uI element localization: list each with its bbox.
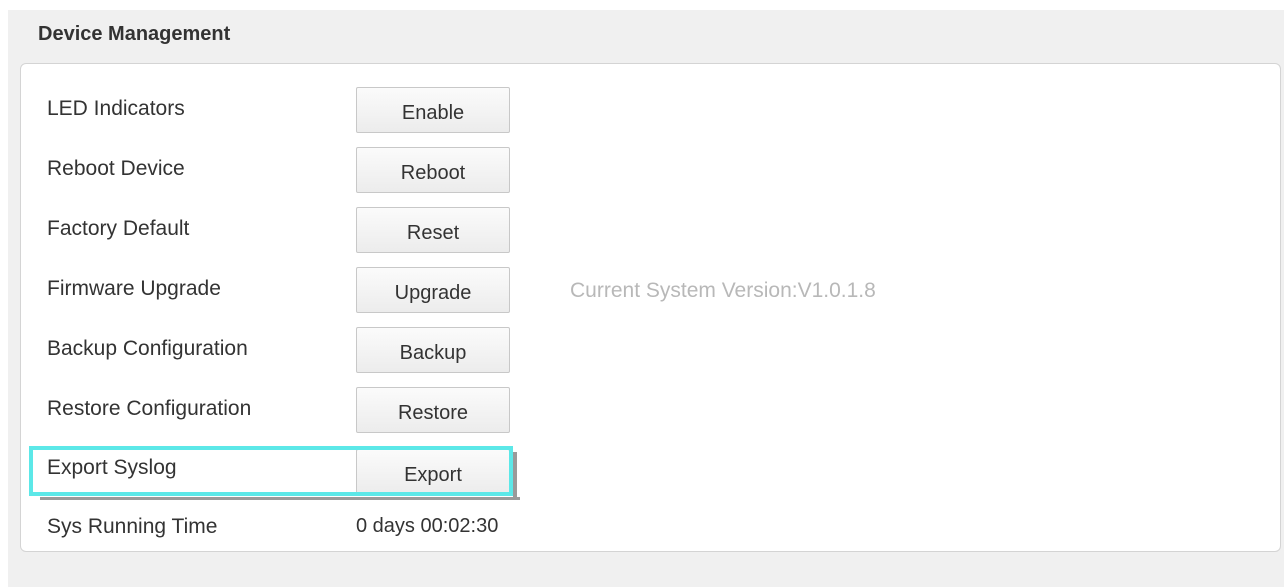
current-system-version: Current System Version:V1.0.1.8	[570, 279, 876, 302]
firmware-upgrade-label: Firmware Upgrade	[47, 277, 221, 300]
upgrade-button[interactable]: Upgrade	[356, 267, 510, 313]
reboot-button[interactable]: Reboot	[356, 147, 510, 193]
sys-running-time-label: Sys Running Time	[47, 515, 218, 538]
restore-configuration-label: Restore Configuration	[47, 397, 252, 420]
export-syslog-label: Export Syslog	[47, 456, 177, 479]
sys-running-time-value: 0 days 00:02:30	[356, 515, 499, 537]
restore-button[interactable]: Restore	[356, 387, 510, 433]
highlight-shadow-bottom	[40, 497, 520, 500]
highlight-shadow-right	[513, 452, 517, 500]
led-indicators-label: LED Indicators	[47, 97, 185, 120]
reboot-device-label: Reboot Device	[47, 157, 185, 180]
reset-button[interactable]: Reset	[356, 207, 510, 253]
device-management-panel	[20, 63, 1281, 552]
enable-led-button[interactable]: Enable	[356, 87, 510, 133]
factory-default-label: Factory Default	[47, 217, 190, 240]
backup-configuration-label: Backup Configuration	[47, 337, 248, 360]
backup-button[interactable]: Backup	[356, 327, 510, 373]
section-title: Device Management	[38, 23, 231, 45]
export-button[interactable]: Export	[356, 449, 510, 495]
